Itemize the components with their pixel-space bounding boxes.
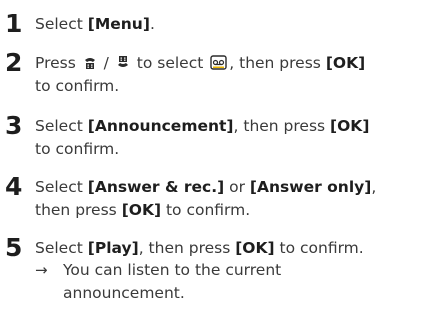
answering-machine-icon (210, 55, 227, 70)
step-text: Select [Menu]. (35, 13, 445, 36)
step-number: 5 (5, 233, 23, 262)
answer-rec-keyword: [Answer & rec.] (87, 178, 225, 196)
step-number: 1 (5, 9, 23, 38)
ok-keyword: [OK] (235, 239, 275, 257)
result-line: You can listen to the current (63, 261, 282, 279)
step-number: 2 (5, 48, 23, 77)
ok-keyword: [OK] (330, 117, 370, 135)
ok-keyword: [OK] (121, 201, 162, 219)
play-keyword: [Play] (87, 239, 139, 257)
step-text: Press / to select , then press [OK] to c… (35, 52, 445, 98)
step-number: 3 (5, 111, 23, 140)
result-text: You can listen to the current announceme… (63, 259, 443, 305)
step-text-part: . (149, 15, 155, 33)
step-text-part: Press (35, 54, 76, 72)
step-text: Select [Play], then press [OK] to confir… (35, 237, 445, 260)
handset-down-icon (116, 55, 130, 70)
step-text-part: to select (136, 54, 204, 72)
ok-keyword: [OK] (325, 54, 366, 72)
step-text-part: Select (35, 15, 88, 33)
instructions-page: 1 Select [Menu]. 2 Press / to select , t… (0, 0, 445, 330)
step-text-part: to confirm. (274, 239, 364, 257)
step-text-part: Select (35, 239, 88, 257)
step-number: 4 (5, 172, 23, 201)
menu-keyword: [Menu] (87, 15, 150, 33)
step-text: Select [Answer & rec.] or [Answer only],… (35, 176, 445, 222)
step-text-part: Select (35, 178, 88, 196)
step-text-part: to confirm. (35, 140, 120, 158)
handset-up-icon (83, 55, 97, 70)
step-text-part: , then press (233, 117, 331, 135)
result-arrow-icon: → (35, 261, 48, 279)
step-text-part: to confirm. (161, 201, 251, 219)
answer-only-keyword: [Answer only] (249, 178, 372, 196)
step-text: Select [Announcement], then press [OK] t… (35, 115, 445, 161)
step-text-part: Select (35, 117, 88, 135)
step-text-part: , then press (138, 239, 236, 257)
result-line: announcement. (63, 284, 185, 302)
step-text-part: to confirm. (35, 77, 120, 95)
step-text-part: , (371, 178, 377, 196)
announcement-keyword: [Announcement] (87, 117, 234, 135)
step-text-part: , then press (229, 54, 321, 72)
step-text-part: / (103, 54, 109, 72)
step-text-part: or (224, 178, 250, 196)
step-text-part: then press (35, 201, 122, 219)
